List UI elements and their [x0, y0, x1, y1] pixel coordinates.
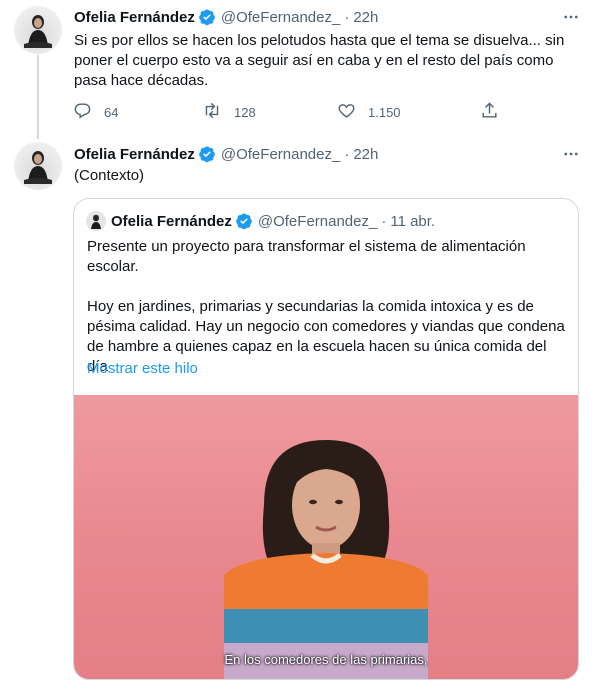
avatar[interactable] — [14, 6, 62, 54]
avatar[interactable] — [14, 142, 62, 190]
tweet-text: (Contexto) — [74, 167, 145, 184]
quoted-paragraph: Presente un proyecto para transformar el… — [87, 238, 526, 275]
handle[interactable]: @OfeFernandez_ — [221, 9, 340, 26]
video-frame-illustration — [224, 440, 428, 679]
verified-badge-icon — [235, 212, 253, 230]
share-button[interactable] — [480, 101, 511, 123]
quoted-tweet-text: Presente un proyecto para transformar el… — [87, 237, 567, 377]
quoted-tweet-card[interactable]: Ofelia Fernández @OfeFernandez_ · 11 abr… — [73, 198, 579, 680]
quoted-tweet-header: Ofelia Fernández @OfeFernandez_ · 11 abr… — [86, 211, 435, 231]
handle[interactable]: @OfeFernandez_ — [221, 146, 340, 163]
retweet-icon — [202, 101, 234, 123]
timestamp: 11 abr. — [390, 212, 436, 230]
retweet-count: 128 — [234, 104, 256, 120]
separator-dot: · — [344, 145, 350, 163]
video-caption: En los comedores de las primarias, — [224, 652, 428, 667]
timestamp[interactable]: 22h — [353, 9, 378, 26]
thread-connector-line — [37, 55, 39, 139]
display-name[interactable]: Ofelia Fernández — [74, 146, 195, 163]
separator-dot: · — [344, 8, 350, 26]
tweet-text: Si es por ellos se hacen los pelotudos h… — [74, 32, 565, 89]
more-icon[interactable] — [561, 144, 581, 164]
reply-icon — [73, 101, 104, 123]
separator-dot: · — [381, 212, 387, 230]
reply-count: 64 — [104, 104, 119, 120]
show-thread-link[interactable]: Mostrar este hilo — [87, 360, 198, 377]
display-name: Ofelia Fernández — [111, 212, 232, 230]
tweet-header: Ofelia Fernández @OfeFernandez_ · 22h — [74, 145, 378, 163]
like-button[interactable]: 1.150 — [337, 101, 401, 123]
display-name[interactable]: Ofelia Fernández — [74, 9, 195, 26]
tweet-actions: 64 128 1.150 — [73, 98, 503, 124]
like-count: 1.150 — [368, 104, 401, 120]
more-icon[interactable] — [561, 7, 581, 27]
timestamp[interactable]: 22h — [353, 146, 378, 163]
handle: @OfeFernandez_ — [257, 212, 378, 230]
reply-button[interactable]: 64 — [73, 101, 118, 123]
retweet-button[interactable]: 128 — [202, 101, 256, 123]
video-thumbnail[interactable]: En los comedores de las primarias, — [74, 395, 578, 679]
avatar — [86, 211, 106, 231]
verified-badge-icon — [198, 145, 216, 163]
verified-badge-icon — [198, 8, 216, 26]
share-icon — [480, 101, 511, 123]
tweet-header: Ofelia Fernández @OfeFernandez_ · 22h — [74, 8, 378, 26]
like-icon — [337, 101, 368, 123]
